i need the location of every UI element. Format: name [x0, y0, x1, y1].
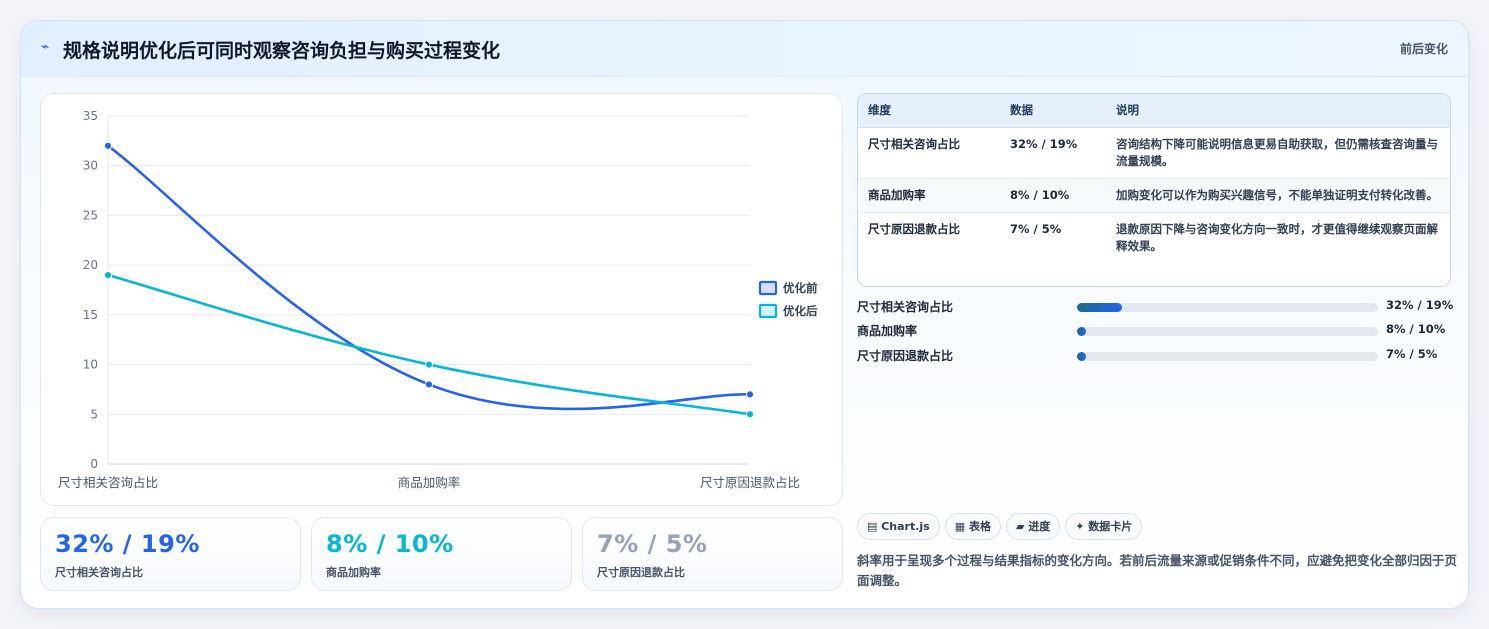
progress-track [1077, 327, 1378, 336]
table-cell-dim: 尺寸原因退款占比 [868, 221, 960, 236]
data-point [424, 360, 434, 369]
tag-chartjs[interactable]: ▤ Chart.js [857, 513, 940, 540]
stat-label: 尺寸相关咨询占比 [55, 566, 143, 579]
table-cell-note: 咨询结构下降可能说明信息更易自助获取，但仍需核查咨询量与流量规模。 [1106, 127, 1450, 179]
stat-value: 8% / 10% [326, 530, 454, 558]
description-text: 斜率用于呈现多个过程与结果指标的变化方向。若前后流量来源或促销条件不同，应避免把… [857, 553, 1458, 588]
table-row: 尺寸相关咨询占比 32% / 19% 咨询结构下降可能说明信息更易自助获取，但仍… [858, 127, 1450, 179]
progress-label: 尺寸相关咨询占比 [857, 300, 954, 314]
y-tick-label: 35 [83, 109, 98, 123]
data-point [103, 270, 113, 280]
y-tick-label: 5 [90, 407, 98, 421]
progress-value: 32% / 19% [1386, 298, 1454, 312]
line-chart-panel: 0 5 10 15 20 25 30 35 尺寸相关咨询占比 商品加购率 尺寸原因退款占比 优化前优化… [40, 93, 843, 506]
tag-progress[interactable]: ▰ 进度 [1005, 513, 1061, 540]
progress-label: 商品加购率 [857, 324, 918, 338]
card-header: ⌁ 规格说明优化后可同时观察咨询负担与购买过程变化 前后变化 [21, 21, 1468, 77]
legend-swatch [758, 280, 778, 296]
table-cell-data: 32% / 19% [1000, 127, 1106, 179]
table-cell-data: 8% / 10% [1000, 178, 1106, 213]
data-point [424, 380, 434, 389]
progress-value: 7% / 5% [1386, 347, 1438, 361]
progress-track [1077, 303, 1378, 312]
y-tick-label: 15 [83, 308, 98, 322]
stat-card-consult: 32% / 19% 尺寸相关咨询占比 [40, 517, 301, 591]
table-cell-dim: 尺寸相关咨询占比 [858, 127, 1000, 179]
tag-data-card[interactable]: ✦ 数据卡片 [1065, 513, 1143, 540]
y-tick-label: 25 [83, 208, 98, 222]
y-tick-label: 20 [83, 258, 98, 272]
table-header-data: 数据 [1000, 94, 1106, 128]
table-header-note: 说明 [1106, 94, 1450, 128]
table-cell-note: 加购变化可以作为购买兴趣信号，不能单独证明支付转化改善。 [1106, 178, 1450, 213]
stat-card-addcart: 8% / 10% 商品加购率 [311, 517, 572, 591]
table-header-dim: 维度 [858, 94, 1000, 128]
main-card: ⌁ 规格说明优化后可同时观察咨询负担与购买过程变化 前后变化 0 5 10 15 20 2… [20, 20, 1469, 609]
y-tick-label: 10 [83, 358, 98, 372]
data-point [103, 141, 113, 150]
y-tick-label: 30 [83, 159, 98, 173]
x-tick-label: 尺寸原因退款占比 [700, 475, 800, 490]
legend-label: 优化前 [783, 281, 818, 295]
x-tick-label: 商品加购率 [398, 475, 461, 490]
stat-label: 尺寸原因退款占比 [597, 566, 685, 579]
progress-track [1077, 352, 1378, 361]
y-tick-label: 0 [90, 457, 98, 471]
progress-label: 尺寸原因退款占比 [857, 349, 954, 363]
table-cell-data: 7% / 5% [1010, 221, 1062, 236]
progress-row: 商品加购率 8% / 10% [857, 322, 1457, 340]
table-cell-dim: 商品加购率 [858, 178, 1000, 213]
progress-value: 8% / 10% [1386, 322, 1446, 336]
progress-row: 尺寸原因退款占比 7% / 5% [857, 347, 1457, 365]
line-chart: 0 5 10 15 20 25 30 35 尺寸相关咨询占比 商品加购率 尺寸原因退款占比 优化前优化… [58, 109, 818, 490]
tag-table[interactable]: ▦ 表格 [944, 513, 1001, 540]
data-table: 维度 数据 说明 尺寸相关咨询占比 32% / 19% 咨询结构下降可能说明信息… [857, 93, 1451, 287]
trend-icon: ⌁ [41, 39, 50, 55]
progress-fill [1077, 352, 1087, 361]
tag-list: ▤ Chart.js ▦ 表格 ▰ 进度 ✦ 数据卡片 [857, 513, 1147, 541]
data-point [745, 410, 755, 419]
x-tick-label: 尺寸相关咨询占比 [58, 475, 158, 490]
table-cell-note: 退款原因下降与咨询变化方向一致时，才更值得继续观察页面解释效果。 [1116, 221, 1438, 253]
table-row: 商品加购率 8% / 10% 加购变化可以作为购买兴趣信号，不能单独证明支付转化… [858, 178, 1450, 213]
table-header-row: 维度 数据 说明 [858, 94, 1450, 128]
stat-label: 商品加购率 [326, 566, 381, 579]
progress-row: 尺寸相关咨询占比 32% / 19% [857, 298, 1457, 316]
series-line-before [107, 144, 751, 411]
legend-swatch [758, 303, 778, 319]
table-row: 尺寸原因退款占比 7% / 5% 退款原因下降与咨询变化方向一致时，才更值得继续… [858, 212, 1450, 263]
data-point [745, 390, 755, 399]
legend-label: 优化后 [783, 304, 818, 318]
stat-card-refund: 7% / 5% 尺寸原因退款占比 [582, 517, 843, 591]
header-badge: 前后变化 [1399, 42, 1448, 56]
series-line-after [107, 273, 751, 416]
progress-fill [1077, 327, 1087, 336]
progress-fill [1077, 303, 1123, 312]
stat-value: 7% / 5% [597, 530, 708, 558]
stat-value: 32% / 19% [55, 530, 200, 558]
page-title: 规格说明优化后可同时观察咨询负担与购买过程变化 [63, 40, 501, 62]
